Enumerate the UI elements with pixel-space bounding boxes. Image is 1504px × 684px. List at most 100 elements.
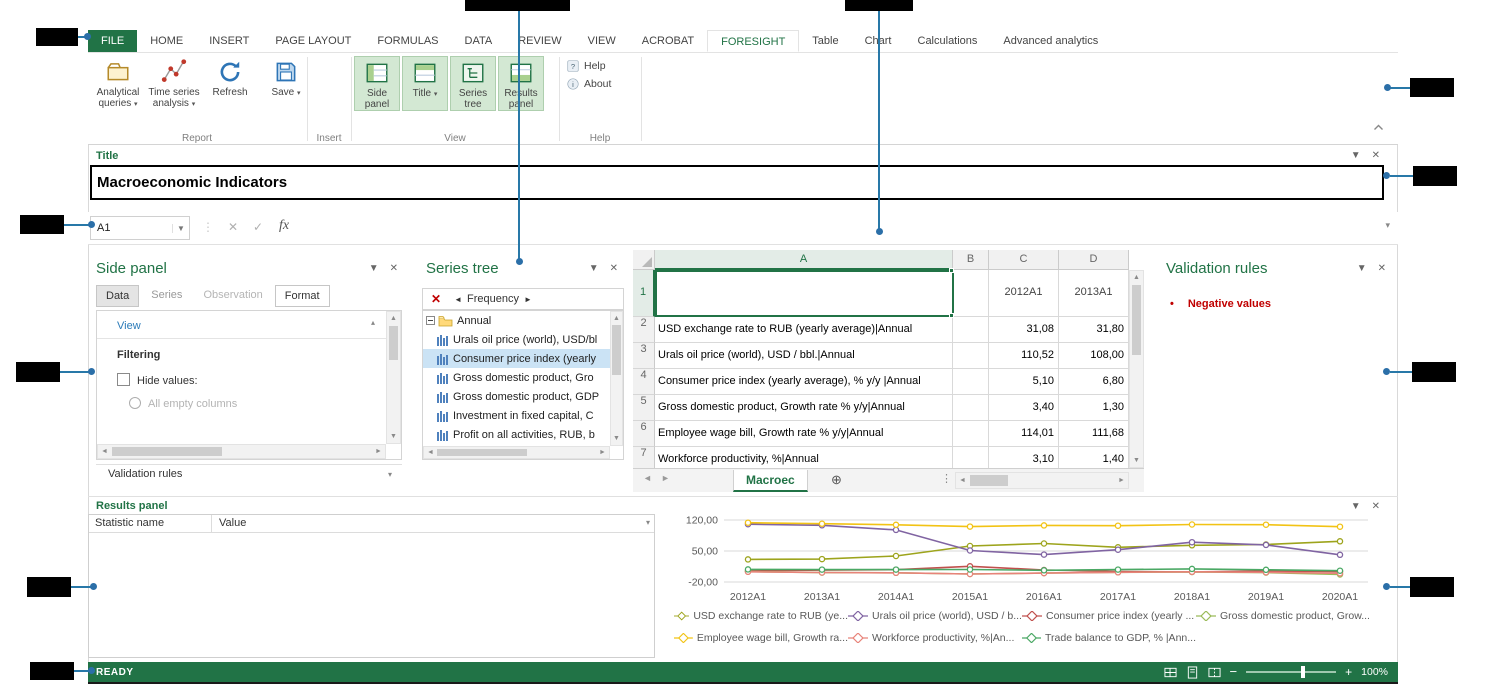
cell-a3[interactable]: Urals oil price (world), USD / bbl.|Annu… xyxy=(655,343,953,369)
series-tree-button[interactable]: Series tree xyxy=(450,56,496,111)
side-panel-button[interactable]: Side panel xyxy=(354,56,400,111)
selection-handle[interactable] xyxy=(949,268,954,273)
report-title-input[interactable]: Macroeconomic Indicators xyxy=(90,165,1384,200)
collapse-ribbon-button[interactable] xyxy=(1373,118,1384,136)
close-panel-icon[interactable]: ✕ xyxy=(1378,263,1386,274)
cell-b2[interactable] xyxy=(953,317,989,343)
title-button[interactable]: Title ▾ xyxy=(402,56,448,111)
side-panel-tab-data[interactable]: Data xyxy=(96,285,139,307)
tree-item-gross-domestic-product-gro[interactable]: Gross domestic product, Gro xyxy=(423,368,623,387)
validation-section-row[interactable]: Validation rules ▾ xyxy=(96,468,402,480)
zoom-slider-thumb[interactable] xyxy=(1301,666,1305,678)
cell-c7[interactable]: 3,10 xyxy=(989,447,1059,468)
hide-values-checkbox[interactable] xyxy=(117,373,130,386)
side-panel-hscrollbar[interactable]: ◄ ► xyxy=(97,444,386,459)
cell-c6[interactable]: 114,01 xyxy=(989,421,1059,447)
page-break-view-icon[interactable] xyxy=(1208,666,1221,679)
ribbon-tab-view[interactable]: VIEW xyxy=(575,30,629,52)
zoom-out-button[interactable]: − xyxy=(1230,667,1238,677)
scrollbar-thumb[interactable] xyxy=(389,326,398,360)
side-panel-tab-observation[interactable]: Observation xyxy=(194,285,271,307)
all-empty-columns-radio[interactable] xyxy=(129,397,141,409)
cell-b5[interactable] xyxy=(953,395,989,421)
zoom-slider[interactable] xyxy=(1246,671,1336,673)
ribbon-tab-home[interactable]: HOME xyxy=(137,30,196,52)
ribbon-tab-table[interactable]: Table xyxy=(799,30,851,52)
sheet-tab-macroec[interactable]: Macroec xyxy=(733,470,808,492)
save-button[interactable]: Save ▾ xyxy=(258,56,314,110)
collapse-panel-icon[interactable]: ▼ xyxy=(589,263,599,274)
ribbon-tab-advanced-analytics[interactable]: Advanced analytics xyxy=(990,30,1111,52)
collapse-panel-icon[interactable]: ▼ xyxy=(369,263,379,274)
cell-d5[interactable]: 1,30 xyxy=(1059,395,1129,421)
close-panel-icon[interactable]: ✕ xyxy=(610,263,618,274)
refresh-button[interactable]: Refresh xyxy=(202,56,258,110)
cell-b1[interactable] xyxy=(953,270,989,317)
side-panel-tab-series[interactable]: Series xyxy=(142,285,191,307)
selection-fill-handle[interactable] xyxy=(949,313,954,318)
expand-section-icon[interactable]: ▾ xyxy=(388,470,392,479)
collapse-node-icon[interactable] xyxy=(426,316,435,325)
results-panel-button[interactable]: Results panel xyxy=(498,56,544,111)
confirm-formula-icon[interactable]: ✓ xyxy=(253,220,263,234)
cell-d3[interactable]: 108,00 xyxy=(1059,343,1129,369)
tree-item-investment-in-fixed-capital-c[interactable]: Investment in fixed capital, C xyxy=(423,406,623,425)
collapse-panel-icon[interactable]: ▼ xyxy=(1351,150,1361,161)
ribbon-tab-insert[interactable]: INSERT xyxy=(196,30,262,52)
cell-d6[interactable]: 111,68 xyxy=(1059,421,1129,447)
scrollbar-thumb[interactable] xyxy=(970,475,1008,486)
insert-function-icon[interactable]: fx xyxy=(279,218,289,234)
cell-b6[interactable] xyxy=(953,421,989,447)
help-button[interactable]: ?Help xyxy=(562,57,615,75)
cell-c1[interactable]: 2012A1 xyxy=(989,270,1059,317)
about-button[interactable]: iAbout xyxy=(562,75,615,93)
normal-view-icon[interactable] xyxy=(1164,666,1177,679)
expand-formula-bar-icon[interactable]: ▾ xyxy=(1385,220,1390,231)
cell-d4[interactable]: 6,80 xyxy=(1059,369,1129,395)
scroll-up-icon[interactable]: ▲ xyxy=(387,312,400,325)
scroll-right-icon[interactable]: ► xyxy=(1115,473,1128,488)
cell-d7[interactable]: 1,40 xyxy=(1059,447,1129,468)
scroll-down-icon[interactable]: ▼ xyxy=(387,430,400,443)
scroll-right-icon[interactable]: ► xyxy=(596,447,609,458)
ribbon-tab-calculations[interactable]: Calculations xyxy=(905,30,991,52)
cell-a6[interactable]: Employee wage bill, Growth rate % y/y|An… xyxy=(655,421,953,447)
tabbar-dots-icon[interactable]: ⋮ xyxy=(941,472,952,485)
scrollbar-thumb[interactable] xyxy=(437,449,527,456)
ribbon-tab-file[interactable]: FILE xyxy=(88,30,137,52)
row-header-7[interactable]: 7 xyxy=(633,447,655,468)
ribbon-tab-foresight[interactable]: FORESIGHT xyxy=(707,30,799,52)
close-panel-icon[interactable]: ✕ xyxy=(1372,501,1380,512)
ribbon-tab-acrobat[interactable]: ACROBAT xyxy=(629,30,707,52)
cancel-formula-icon[interactable]: ✕ xyxy=(228,220,238,234)
ribbon-tab-data[interactable]: DATA xyxy=(452,30,506,52)
select-all-corner[interactable] xyxy=(633,250,655,270)
tree-root-row[interactable]: Annual xyxy=(423,311,623,330)
next-sheet-icon[interactable]: ► xyxy=(661,473,670,483)
ribbon-tab-formulas[interactable]: FORMULAS xyxy=(364,30,451,52)
row-header-4[interactable]: 4 xyxy=(633,369,655,395)
scrollbar-thumb[interactable] xyxy=(1132,285,1141,355)
analytical-queries-button[interactable]: Analytical queries ▾ xyxy=(90,56,146,110)
scrollbar-thumb[interactable] xyxy=(112,447,222,456)
zoom-level-label[interactable]: 100% xyxy=(1361,666,1388,678)
row-header-6[interactable]: 6 xyxy=(633,421,655,447)
collapse-panel-icon[interactable]: ▼ xyxy=(1357,263,1367,274)
collapse-panel-icon[interactable]: ▼ xyxy=(1351,501,1361,512)
zoom-in-button[interactable]: + xyxy=(1345,667,1352,677)
sheet-hscrollbar[interactable]: ◄ ► xyxy=(955,472,1129,489)
scrollbar-thumb[interactable] xyxy=(612,325,621,375)
scroll-right-icon[interactable]: ► xyxy=(372,445,385,458)
side-panel-tab-format[interactable]: Format xyxy=(275,285,330,307)
cell-c3[interactable]: 110,52 xyxy=(989,343,1059,369)
name-box[interactable]: A1 ▼ xyxy=(90,216,190,240)
cell-a7[interactable]: Workforce productivity, %|Annual xyxy=(655,447,953,468)
collapse-section-icon[interactable]: ▴ xyxy=(371,318,375,327)
close-panel-icon[interactable]: ✕ xyxy=(390,263,398,274)
cell-c5[interactable]: 3,40 xyxy=(989,395,1059,421)
clear-filter-icon[interactable]: ✕ xyxy=(423,292,449,306)
page-layout-view-icon[interactable] xyxy=(1186,666,1199,679)
ribbon-tab-review[interactable]: REVIEW xyxy=(505,30,574,52)
cell-a4[interactable]: Consumer price index (yearly average), %… xyxy=(655,369,953,395)
tree-item-profit-on-all-activities-rub-b[interactable]: Profit on all activities, RUB, b xyxy=(423,425,623,444)
